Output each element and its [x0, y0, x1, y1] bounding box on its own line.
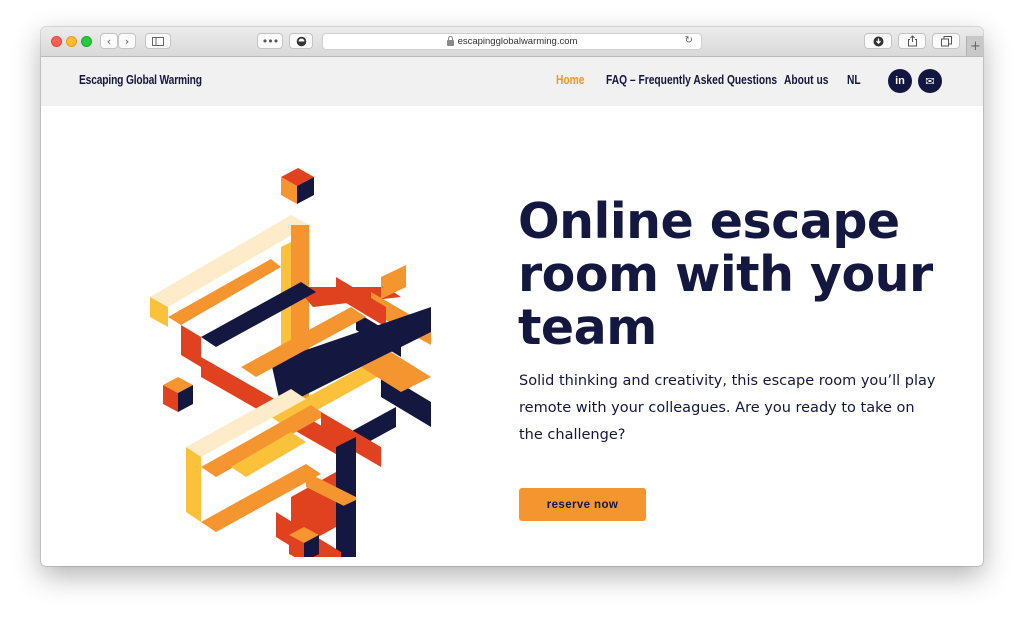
browser-toolbar: ‹ › ••• escapingglobalwarming.com ↻ + — [41, 27, 983, 57]
nav-item-about-us[interactable]: About us — [784, 73, 828, 87]
ellipsis-icon: ••• — [261, 34, 279, 48]
browser-window: ‹ › ••• escapingglobalwarming.com ↻ + Es… — [41, 27, 983, 566]
envelope-icon[interactable]: ✉ — [918, 69, 942, 93]
more-options-button[interactable]: ••• — [257, 33, 283, 49]
chevron-left-icon: ‹ — [106, 34, 112, 48]
plus-icon: + — [970, 38, 981, 54]
window-maximize-button[interactable] — [81, 36, 92, 47]
hero-title: Online escape room with your team — [518, 193, 933, 356]
isometric-maze-illustration — [150, 168, 431, 557]
sidebar-icon — [152, 36, 164, 46]
chevron-right-icon: › — [124, 34, 130, 48]
sidebar-toggle-button[interactable] — [145, 33, 171, 49]
back-button[interactable]: ‹ — [100, 33, 118, 49]
share-button[interactable] — [898, 33, 926, 49]
shield-icon — [296, 36, 306, 46]
window-close-button[interactable] — [51, 36, 62, 47]
site-header: Escaping Global Warming Home FAQ – Frequ… — [41, 57, 983, 106]
reload-icon[interactable]: ↻ — [685, 35, 693, 46]
new-tab-button[interactable]: + — [966, 36, 983, 56]
tabs-icon — [940, 35, 952, 46]
downloads-button[interactable] — [864, 33, 892, 49]
privacy-report-button[interactable] — [289, 33, 313, 49]
tab-overview-button[interactable] — [932, 33, 960, 49]
nav-item-home[interactable]: Home — [556, 73, 584, 87]
download-icon — [873, 36, 883, 46]
forward-button[interactable]: › — [118, 33, 136, 49]
linkedin-icon[interactable]: in — [888, 69, 912, 93]
nav-item-nl[interactable]: NL — [847, 73, 861, 87]
address-text: escapingglobalwarming.com — [457, 36, 578, 47]
site-logo[interactable]: Escaping Global Warming — [79, 73, 202, 87]
lock-icon — [446, 35, 454, 46]
hero-description: Solid thinking and creativity, this esca… — [519, 373, 936, 443]
reserve-now-button[interactable]: reserve now — [519, 488, 646, 521]
window-minimize-button[interactable] — [66, 36, 77, 47]
nav-item-faq[interactable]: FAQ – Frequently Asked Questions — [606, 73, 777, 87]
share-icon — [907, 35, 917, 47]
address-bar[interactable]: escapingglobalwarming.com ↻ — [322, 33, 702, 50]
